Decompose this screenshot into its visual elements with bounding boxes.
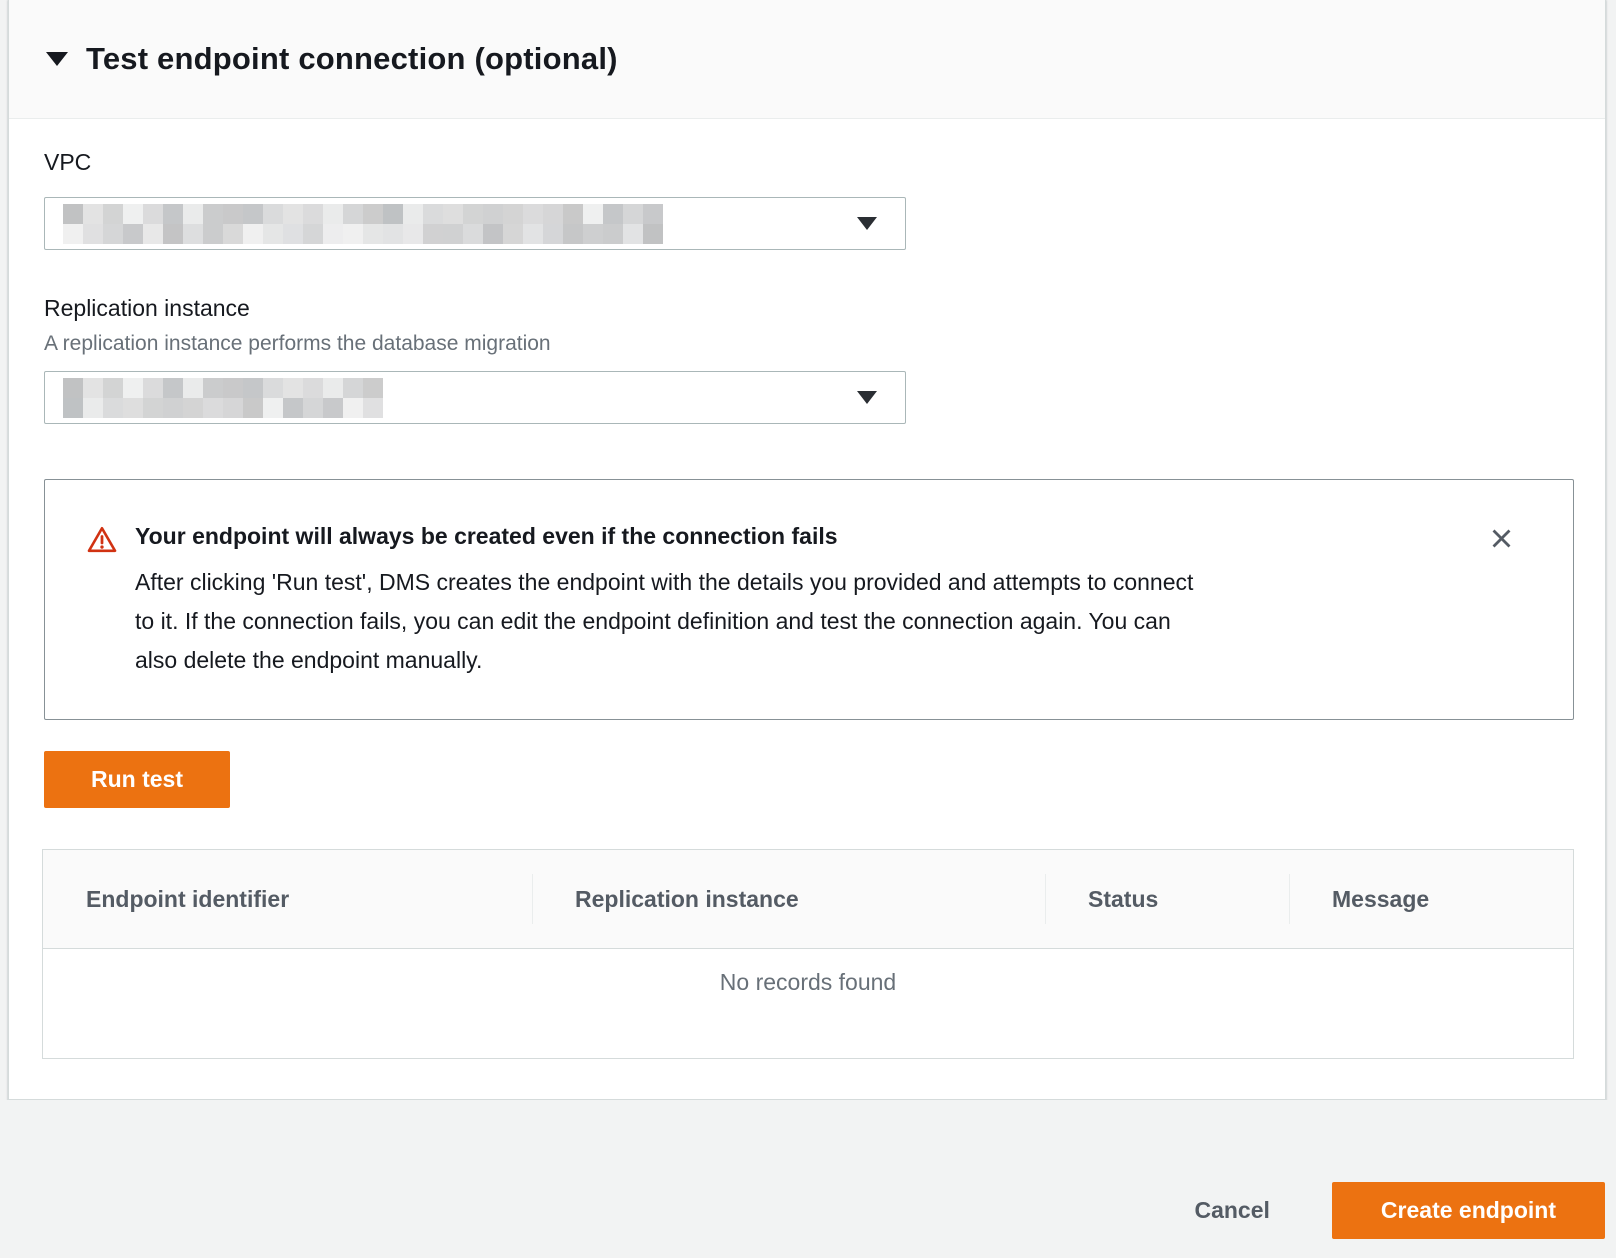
vpc-redacted-value: [63, 204, 663, 244]
column-header-endpoint-identifier: Endpoint identifier: [43, 850, 532, 948]
caret-down-icon: [857, 391, 877, 404]
replication-instance-redacted-value: [63, 378, 383, 418]
close-icon[interactable]: [1485, 522, 1517, 554]
section-header-toggle[interactable]: Test endpoint connection (optional): [9, 0, 1605, 119]
table-header-row: Endpoint identifier Replication instance…: [43, 850, 1573, 949]
replication-instance-description: A replication instance performs the data…: [44, 332, 551, 356]
column-header-replication-instance: Replication instance: [532, 850, 1045, 948]
caret-down-icon: [46, 52, 68, 66]
warning-alert: Your endpoint will always be created eve…: [44, 479, 1574, 720]
vpc-select[interactable]: [44, 197, 906, 250]
test-endpoint-connection-section: Test endpoint connection (optional) VPC …: [8, 0, 1606, 1100]
caret-down-icon: [857, 217, 877, 230]
create-endpoint-button[interactable]: Create endpoint: [1332, 1182, 1605, 1239]
test-results-table: Endpoint identifier Replication instance…: [42, 849, 1574, 1059]
column-header-message: Message: [1289, 850, 1573, 948]
warning-body-line: to it. If the connection fails, you can …: [135, 602, 1465, 641]
warning-body-line: After clicking 'Run test', DMS creates t…: [135, 563, 1465, 602]
table-empty-message: No records found: [43, 949, 1573, 1058]
create-endpoint-page: Test endpoint connection (optional) VPC …: [0, 0, 1616, 1258]
replication-instance-label: Replication instance: [44, 295, 250, 322]
replication-instance-select[interactable]: [44, 371, 906, 424]
column-header-status: Status: [1045, 850, 1289, 948]
run-test-button[interactable]: Run test: [44, 751, 230, 808]
warning-body-line: also delete the endpoint manually.: [135, 641, 1465, 680]
warning-triangle-icon: [87, 525, 117, 560]
section-title: Test endpoint connection (optional): [86, 41, 618, 77]
footer-actions: Cancel Create endpoint: [1194, 1182, 1605, 1239]
cancel-button[interactable]: Cancel: [1194, 1197, 1269, 1224]
vpc-label: VPC: [44, 149, 91, 176]
warning-title: Your endpoint will always be created eve…: [135, 523, 838, 550]
warning-body: After clicking 'Run test', DMS creates t…: [135, 563, 1465, 680]
